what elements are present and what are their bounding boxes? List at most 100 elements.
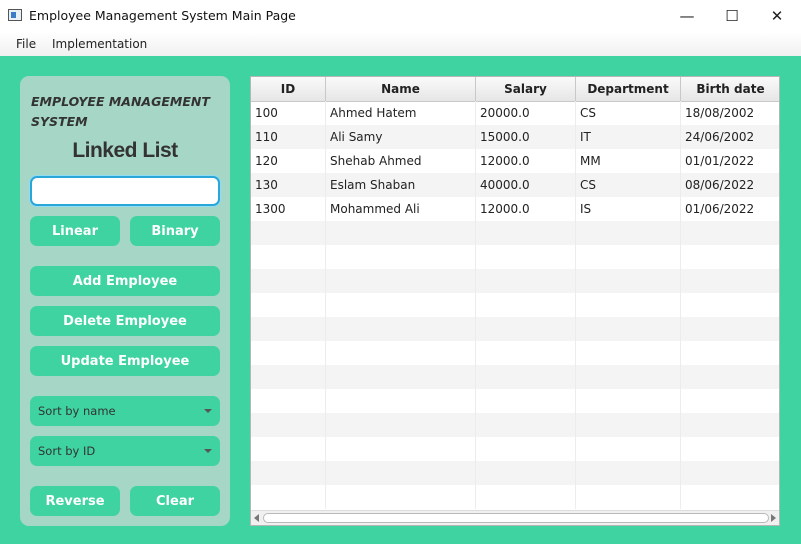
- table-cell: [326, 317, 476, 341]
- empty-table-row: [251, 293, 779, 317]
- empty-table-row: [251, 365, 779, 389]
- table-cell: [681, 413, 779, 437]
- table-cell: [681, 245, 779, 269]
- menu-bar: File Implementation: [0, 32, 801, 57]
- table-cell: [576, 413, 681, 437]
- sort-by-id-select[interactable]: Sort by ID: [30, 436, 220, 466]
- table-cell: [681, 461, 779, 485]
- table-row[interactable]: 110 Ali Samy 15000.0 IT 24/06/2002: [251, 125, 779, 149]
- table-cell: Mohammed Ali: [326, 197, 476, 221]
- table-cell: Shehab Ahmed: [326, 149, 476, 173]
- table-cell: [476, 461, 576, 485]
- table-cell: [681, 293, 779, 317]
- employee-table[interactable]: ID Name Salary Department Birth date 100…: [250, 76, 780, 526]
- scroll-left-icon[interactable]: [254, 514, 259, 522]
- scroll-right-icon[interactable]: [771, 514, 776, 522]
- sort-by-name-select[interactable]: Sort by name: [30, 396, 220, 426]
- chevron-down-icon: [204, 409, 212, 413]
- table-body: 100 Ahmed Hatem 20000.0 CS 18/08/2002 110 Ali …: [251, 101, 779, 509]
- chevron-down-icon: [204, 449, 212, 453]
- menu-implementation[interactable]: Implementation: [52, 37, 147, 51]
- maximize-button[interactable]: ☐: [709, 0, 755, 32]
- table-cell: 1300: [251, 197, 326, 221]
- table-cell: [576, 293, 681, 317]
- table-cell: CS: [576, 101, 681, 125]
- empty-table-row: [251, 341, 779, 365]
- binary-search-button[interactable]: Binary: [130, 216, 220, 246]
- table-cell: [476, 485, 576, 509]
- table-cell: [681, 341, 779, 365]
- table-cell: [576, 317, 681, 341]
- table-cell: [326, 365, 476, 389]
- linked-list-heading: Linked List: [72, 139, 178, 162]
- sort-by-id-label: Sort by ID: [38, 444, 96, 458]
- table-cell: [681, 389, 779, 413]
- table-cell: [681, 365, 779, 389]
- table-cell: [576, 341, 681, 365]
- table-cell: [476, 269, 576, 293]
- update-employee-button[interactable]: Update Employee: [30, 346, 220, 376]
- reverse-button[interactable]: Reverse: [30, 486, 120, 516]
- table-cell: [251, 221, 326, 245]
- close-button[interactable]: ✕: [754, 0, 800, 32]
- empty-table-row: [251, 389, 779, 413]
- table-row[interactable]: 1300 Mohammed Ali 12000.0 IS 01/06/2022: [251, 197, 779, 221]
- clear-button[interactable]: Clear: [130, 486, 220, 516]
- table-cell: [476, 413, 576, 437]
- table-cell: [251, 485, 326, 509]
- table-cell: 12000.0: [476, 197, 576, 221]
- table-cell: [476, 221, 576, 245]
- linear-search-button[interactable]: Linear: [30, 216, 120, 246]
- table-row[interactable]: 100 Ahmed Hatem 20000.0 CS 18/08/2002: [251, 101, 779, 125]
- empty-table-row: [251, 413, 779, 437]
- table-row[interactable]: 120 Shehab Ahmed 12000.0 MM 01/01/2022: [251, 149, 779, 173]
- column-header-department[interactable]: Department: [576, 77, 681, 101]
- column-header-name[interactable]: Name: [326, 77, 476, 101]
- table-cell: 24/06/2002: [681, 125, 779, 149]
- scrollbar-thumb[interactable]: [263, 513, 769, 523]
- column-header-birth-date[interactable]: Birth date: [681, 77, 779, 101]
- panel-title: EMPLOYEE MANAGEMENT SYSTEM: [31, 94, 210, 129]
- table-cell: Ahmed Hatem: [326, 101, 476, 125]
- table-cell: [251, 293, 326, 317]
- window-title: Employee Management System Main Page: [29, 8, 296, 23]
- table-cell: [476, 317, 576, 341]
- table-cell: [251, 365, 326, 389]
- table-cell: [326, 341, 476, 365]
- table-cell: [576, 461, 681, 485]
- table-cell: 01/01/2022: [681, 149, 779, 173]
- table-cell: Ali Samy: [326, 125, 476, 149]
- table-cell: [476, 365, 576, 389]
- column-header-salary[interactable]: Salary: [476, 77, 576, 101]
- table-cell: [576, 245, 681, 269]
- empty-table-row: [251, 245, 779, 269]
- empty-table-row: [251, 437, 779, 461]
- table-cell: [326, 413, 476, 437]
- search-input[interactable]: [30, 176, 220, 206]
- table-cell: [576, 221, 681, 245]
- delete-employee-button[interactable]: Delete Employee: [30, 306, 220, 336]
- table-cell: 120: [251, 149, 326, 173]
- empty-table-row: [251, 221, 779, 245]
- table-cell: [576, 389, 681, 413]
- table-cell: 15000.0: [476, 125, 576, 149]
- table-cell: 130: [251, 173, 326, 197]
- add-employee-button[interactable]: Add Employee: [30, 266, 220, 296]
- table-cell: [681, 221, 779, 245]
- table-cell: [251, 245, 326, 269]
- sort-by-name-label: Sort by name: [38, 404, 116, 418]
- minimize-button[interactable]: —: [664, 0, 710, 32]
- table-cell: [476, 245, 576, 269]
- column-header-id[interactable]: ID: [251, 77, 326, 101]
- table-cell: [681, 317, 779, 341]
- table-cell: [681, 485, 779, 509]
- menu-file[interactable]: File: [16, 37, 36, 51]
- table-cell: [576, 269, 681, 293]
- table-cell: Eslam Shaban: [326, 173, 476, 197]
- table-row[interactable]: 130 Eslam Shaban 40000.0 CS 08/06/2022: [251, 173, 779, 197]
- table-cell: [326, 461, 476, 485]
- table-cell: 110: [251, 125, 326, 149]
- horizontal-scrollbar[interactable]: [251, 510, 779, 525]
- table-cell: [326, 245, 476, 269]
- table-cell: [576, 485, 681, 509]
